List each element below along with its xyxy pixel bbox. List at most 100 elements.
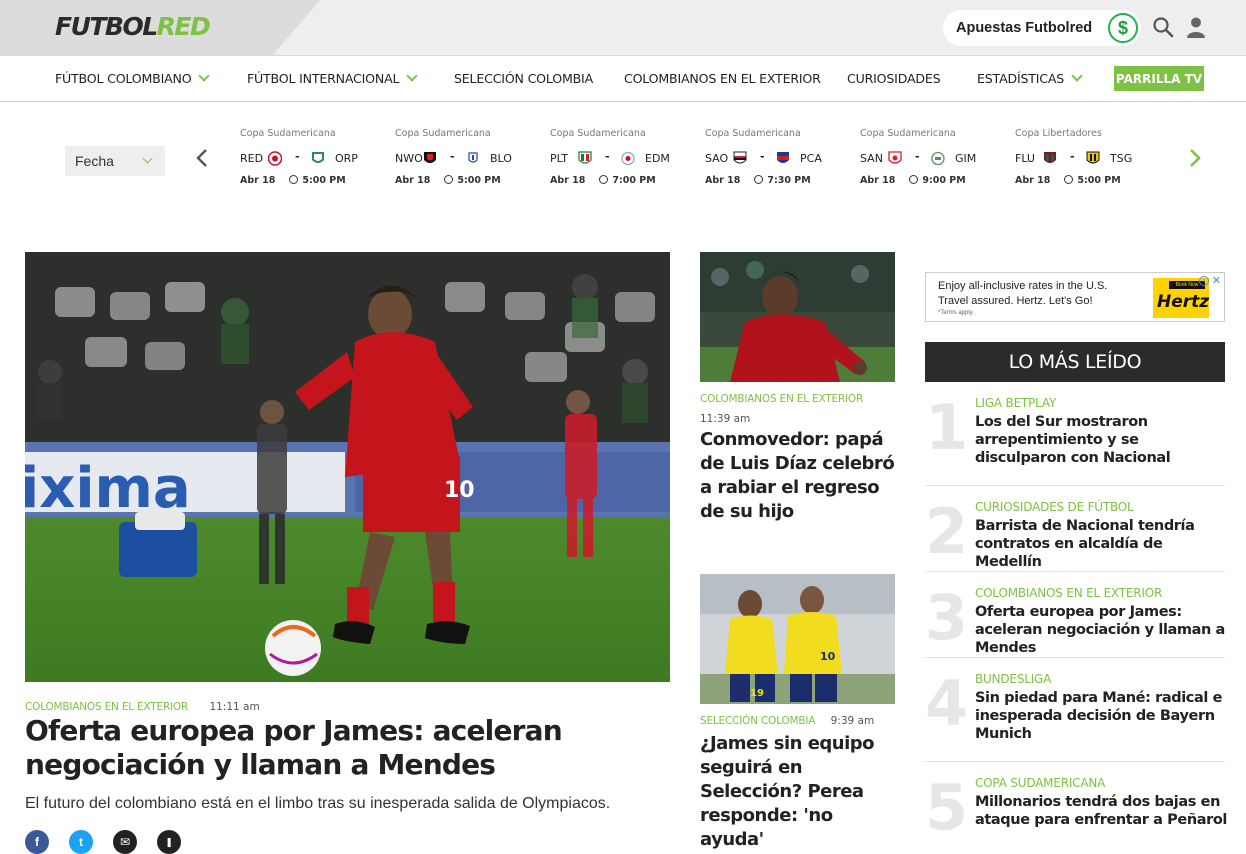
- home-crest-icon: [888, 151, 902, 164]
- article-time: 11:39 am: [700, 413, 751, 425]
- match-date: Abr 18: [550, 175, 586, 186]
- match-card[interactable]: Copa Sudamericana RED - ORP Abr 18 5:00 P…: [240, 128, 380, 188]
- hero-meta: COLOMBIANOS EN EL EXTERIOR 11:11 am: [25, 701, 260, 713]
- article-meta: 11:39 am: [700, 413, 750, 425]
- nav-item-colombianos-exterior[interactable]: COLOMBIANOS EN EL EXTERIOR: [624, 71, 821, 86]
- divider: [925, 657, 1225, 658]
- nav-item-estadisticas[interactable]: ESTADÍSTICAS: [977, 70, 1083, 86]
- article-meta: COLOMBIANOS EN EL EXTERIOR: [700, 393, 863, 405]
- hero-photo: ixima 10: [25, 252, 670, 682]
- match-card[interactable]: Copa Sudamericana SAO - PCA Abr 18 7:30 P…: [705, 128, 845, 188]
- away-crest-icon: [777, 152, 789, 163]
- match-card[interactable]: Copa Libertadores FLU - TSG Abr 18 5:00 P…: [1015, 128, 1155, 188]
- match-competition: Copa Sudamericana: [240, 128, 336, 139]
- away-crest-icon: [931, 151, 945, 166]
- away-team: PCA: [800, 152, 822, 165]
- rank-number: 4: [925, 667, 969, 740]
- chevron-down-icon: [198, 70, 211, 82]
- rank-category: BUNDESLIGA: [975, 672, 1052, 686]
- chevron-right-icon[interactable]: [1187, 148, 1203, 168]
- logo-text-1: FUTBOL: [55, 12, 158, 41]
- clock-icon: [444, 175, 454, 184]
- date-select[interactable]: Fecha: [65, 146, 165, 176]
- apuestas-button[interactable]: Apuestas Futbolred $: [943, 10, 1141, 46]
- bookmark-icon[interactable]: ❚: [157, 830, 181, 854]
- rank-number: 2: [925, 495, 969, 568]
- nav-label: COLOMBIANOS EN EL EXTERIOR: [624, 71, 821, 86]
- match-time: 5:00 PM: [457, 175, 501, 186]
- nav-label: SELECCIÓN COLOMBIA: [454, 71, 593, 86]
- match-card[interactable]: Copa Sudamericana SAN - GIM Abr 18 9:00 P…: [860, 128, 1000, 188]
- home-team: RED: [240, 152, 264, 165]
- divider: [925, 571, 1225, 572]
- away-crest-icon: [1086, 151, 1100, 164]
- board-text: ixima: [25, 456, 191, 521]
- article-title[interactable]: ¿James sin equipo seguirá en Selección? …: [700, 732, 900, 852]
- home-crest-icon: [1044, 152, 1056, 163]
- chevron-down-icon: [406, 70, 418, 82]
- nav-item-curiosidades[interactable]: CURIOSIDADES: [847, 71, 941, 86]
- hero-category[interactable]: COLOMBIANOS EN EL EXTERIOR: [25, 701, 188, 713]
- user-icon[interactable]: [1184, 15, 1208, 39]
- match-date: Abr 18: [395, 175, 431, 186]
- home-team: FLU: [1015, 152, 1035, 165]
- advertisement[interactable]: Enjoy all-inclusive rates in the U.S. Tr…: [925, 272, 1225, 322]
- parrilla-tv-button[interactable]: PARRILLA TV: [1114, 66, 1204, 91]
- match-time: 7:30 PM: [767, 175, 811, 186]
- hero-image[interactable]: ixima 10: [25, 252, 670, 682]
- hero-title[interactable]: Oferta europea por James: aceleran negoc…: [25, 714, 675, 782]
- ad-brand: Hertz: [1157, 292, 1210, 312]
- article-category[interactable]: COLOMBIANOS EN EL EXTERIOR: [700, 393, 863, 405]
- article-title[interactable]: Conmovedor: papá de Luis Díaz celebró a …: [700, 428, 900, 524]
- rank-title: Oferta europea por James: aceleran negoc…: [975, 604, 1225, 656]
- divider: [925, 485, 1225, 486]
- home-crest-icon: [424, 152, 436, 163]
- most-read-item[interactable]: 3 COLOMBIANOS EN EL EXTERIOR Oferta euro…: [925, 586, 1225, 658]
- most-read-item[interactable]: 5 COPA SUDAMERICANA Millonarios tendrá d…: [925, 776, 1227, 846]
- score-separator: -: [915, 150, 920, 163]
- email-icon[interactable]: ✉: [113, 830, 137, 854]
- match-competition: Copa Sudamericana: [860, 128, 956, 139]
- nav-label: ESTADÍSTICAS: [977, 71, 1065, 86]
- nav-item-seleccion-colombia[interactable]: SELECCIÓN COLOMBIA: [454, 71, 593, 86]
- away-team: ORP: [335, 152, 358, 165]
- info-icon[interactable]: i: [1199, 276, 1209, 286]
- nav-item-futbol-colombiano[interactable]: FÚTBOL COLOMBIANO: [55, 70, 211, 86]
- search-icon[interactable]: [1152, 16, 1174, 38]
- most-read-item[interactable]: 1 LIGA BETPLAY Los del Sur mostraron arr…: [925, 396, 1225, 486]
- date-select-label: Fecha: [75, 153, 114, 169]
- most-read-item[interactable]: 4 BUNDESLIGA Sin piedad para Mané: radic…: [925, 672, 1225, 762]
- main-nav: FÚTBOL COLOMBIANO FÚTBOL INTERNACIONAL S…: [0, 57, 1246, 102]
- article-image[interactable]: 19 10: [700, 574, 895, 704]
- site-logo[interactable]: FUTBOLRED: [55, 12, 211, 41]
- nav-item-futbol-internacional[interactable]: FÚTBOL INTERNACIONAL: [247, 70, 418, 86]
- article-category[interactable]: SELECCIÓN COLOMBIA: [700, 715, 815, 727]
- ad-terms: *Terms apply.: [938, 310, 974, 316]
- match-competition: Copa Sudamericana: [550, 128, 646, 139]
- article-image[interactable]: [700, 252, 895, 382]
- hero-subtitle: El futuro del colombiano está en el limb…: [25, 795, 611, 812]
- close-icon[interactable]: ✕: [1212, 274, 1221, 287]
- divider: [925, 761, 1225, 762]
- rank-title: Los del Sur mostraron arrepentimiento y …: [975, 414, 1171, 466]
- match-card[interactable]: Copa Sudamericana NWO - BLO Abr 18 5:00 P…: [395, 128, 535, 188]
- facebook-icon[interactable]: f: [25, 830, 49, 854]
- logo-text-2: RED: [156, 12, 211, 41]
- away-crest-icon: [621, 151, 635, 166]
- shirt-number: 19: [750, 688, 764, 699]
- shirt-number: 10: [444, 478, 475, 503]
- twitter-icon[interactable]: t: [69, 830, 93, 854]
- away-crest-icon: [468, 152, 478, 163]
- chevron-left-icon[interactable]: [194, 148, 210, 168]
- match-card[interactable]: Copa Sudamericana PLT - EDM Abr 18 7:00 P…: [550, 128, 690, 188]
- rank-category: COLOMBIANOS EN EL EXTERIOR: [975, 586, 1163, 600]
- away-team: GIM: [955, 152, 977, 165]
- hero-time: 11:11 am: [209, 701, 260, 713]
- most-read-item[interactable]: 2 CURIOSIDADES DE FÚTBOL Barrista de Nac…: [925, 500, 1225, 572]
- nav-label: CURIOSIDADES: [847, 71, 941, 86]
- home-crest-icon: [733, 151, 747, 164]
- rank-number: 1: [925, 391, 969, 464]
- rank-category: COPA SUDAMERICANA: [975, 776, 1106, 790]
- ad-line-1: Enjoy all-inclusive rates in the U.S.: [938, 280, 1108, 292]
- match-competition: Copa Sudamericana: [705, 128, 801, 139]
